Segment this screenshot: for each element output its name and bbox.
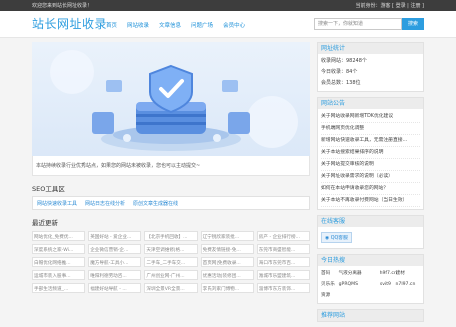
- nav-member[interactable]: 会员中心: [223, 21, 245, 29]
- recent-site-link[interactable]: 房产 - 企业排行榜...: [256, 231, 310, 241]
- recent-site-link[interactable]: 天津空调维修|格...: [144, 244, 198, 254]
- banner-illustration: [50, 50, 298, 151]
- site-header: 站长网址收录 首页 网站收录 文章信息 问题广场 会员中心 搜索一下，你就知道 …: [0, 11, 456, 38]
- recent-site-link[interactable]: 海口市东莞市百...: [256, 257, 310, 267]
- recent-site-link[interactable]: 企业微信营销-企...: [88, 244, 142, 254]
- notice-item[interactable]: 关于网址收录需求的说明（必读）: [321, 171, 420, 183]
- recent-updates-title: 最近更新: [32, 219, 58, 227]
- hot-search-panel: 今日热搜 首码 气液分离器 h9f7.cn 建材 贝乐乐 gPRQMS svit…: [317, 254, 424, 304]
- notice-item[interactable]: 如何在本站申请收录您的网站？: [321, 183, 420, 195]
- recent-site-link[interactable]: 二手车_二手车交...: [144, 257, 198, 267]
- hot-search-term[interactable]: 资源: [321, 290, 339, 301]
- hot-search-term[interactable]: 建材: [396, 268, 420, 279]
- sidebar: 网址统计 收录网站：98248个 今日收录：84个 会员总数：138位 网站公告…: [317, 42, 424, 327]
- recent-site-link[interactable]: 魔方导航-工具小...: [88, 257, 142, 267]
- seo-tools-list: 网站快速收录工具 网站日志在线分析 原创文章生成器在线: [32, 196, 310, 210]
- seo-tools-title: SEO工具区: [32, 185, 65, 193]
- recent-site-link[interactable]: 辽宁锐欣家装批...: [200, 231, 254, 241]
- main-nav: 首页 网站收录 文章信息 问题广场 会员中心: [106, 21, 245, 29]
- seo-tool-link[interactable]: 网站日志在线分析: [85, 200, 125, 207]
- welcome-text: 欢迎您来到站长网址收录！: [32, 3, 93, 9]
- top-bar: 欢迎您来到站长网址收录！ 当前身份：游客 [ 登录 | 注册 ]: [0, 0, 456, 11]
- qq-support-button[interactable]: ◉ QQ客服: [321, 232, 352, 243]
- recent-site-link[interactable]: 网站优化_免费优...: [32, 231, 86, 241]
- recent-site-link[interactable]: 首页网|免费收录...: [200, 257, 254, 267]
- support-title: 在线客服: [318, 216, 423, 227]
- nav-questions[interactable]: 问题广场: [191, 21, 213, 29]
- notice-item[interactable]: 关于本站不再收录付费网站（当日生效）: [321, 195, 420, 207]
- hot-search-term[interactable]: h9f7.cn: [380, 268, 397, 279]
- recent-site-link[interactable]: 深圳全景VR全景...: [144, 283, 198, 293]
- stat-members: 会员总数：138位: [321, 80, 361, 86]
- nav-home[interactable]: 首页: [106, 21, 117, 29]
- recent-site-link[interactable]: 英国好站 - 爱企业...: [88, 231, 142, 241]
- main-column: 本站持续收录行业优秀站点，如果您的网站未被收录，您也可以主动提交~ SEO工具区…: [32, 42, 310, 293]
- hot-search-row: 首码 气液分离器 h9f7.cn 建材: [321, 268, 420, 279]
- user-links[interactable]: 当前身份：游客 [ 登录 | 注册 ]: [355, 2, 424, 9]
- recent-site-link[interactable]: 李氏刘家门博物...: [200, 283, 254, 293]
- recent-site-link[interactable]: 免费友情链接-免...: [200, 244, 254, 254]
- seo-tool-link[interactable]: 网站快速收录工具: [37, 200, 77, 207]
- recent-site-link[interactable]: 白帽优化网络推...: [32, 257, 86, 267]
- recent-site-link[interactable]: 唯阳利德劳动咨...: [88, 270, 142, 280]
- site-logo[interactable]: 站长网址收录: [32, 15, 107, 32]
- recent-site-link[interactable]: 潍城市乐盟建筑...: [256, 270, 310, 280]
- notice-item[interactable]: 关于网站收录网新增TDK优化建议: [321, 111, 420, 123]
- stat-sites: 收录网站：98248个: [321, 58, 367, 64]
- notice-item[interactable]: 手机端网页优化调整: [321, 123, 420, 135]
- search-input[interactable]: 搜索一下，你就知道: [314, 18, 402, 30]
- notice-title: 网站公告: [318, 98, 423, 109]
- seo-tool-link[interactable]: 原创文章生成器在线: [133, 200, 178, 207]
- stats-panel: 网址统计 收录网站：98248个 今日收录：84个 会员总数：138位: [317, 42, 424, 92]
- hot-search-term[interactable]: 气液分离器: [339, 268, 380, 279]
- hot-search-row: 贝乐乐 gPRQMS svit9 n7l97.cn: [321, 279, 420, 290]
- recent-site-link[interactable]: 淄博市东方装饰...: [256, 283, 310, 293]
- recent-site-link[interactable]: 优惠活动|装修团...: [200, 270, 254, 280]
- support-panel: 在线客服 ◉ QQ客服: [317, 215, 424, 249]
- recent-site-link[interactable]: 深度系统之家-Wi...: [32, 244, 86, 254]
- recommend-panel: 推荐网站: [317, 309, 424, 322]
- hot-search-term[interactable]: 首码: [321, 268, 339, 279]
- stats-title: 网址统计: [318, 43, 423, 54]
- stat-today: 今日收录：84个: [321, 69, 358, 75]
- hot-search-row: 资源: [321, 290, 420, 301]
- recommend-title: 推荐网站: [318, 310, 423, 321]
- hot-search-term[interactable]: svit9: [380, 279, 396, 290]
- qq-label: QQ客服: [330, 236, 348, 241]
- hot-search-term[interactable]: gPRQMS: [339, 279, 380, 290]
- hot-search-term[interactable]: n7l97.cn: [396, 279, 421, 290]
- nav-articles[interactable]: 文章信息: [159, 21, 181, 29]
- notice-item[interactable]: 新增网站快速收录工具，无需注册直接...: [321, 135, 420, 147]
- notice-panel: 网站公告 关于网站收录网新增TDK优化建议 手机端网页优化调整 新增网站快速收录…: [317, 97, 424, 210]
- recent-site-link[interactable]: 手部生活频道_...: [32, 283, 86, 293]
- recent-site-link[interactable]: 福建好站导航 - ...: [88, 283, 142, 293]
- recent-site-link[interactable]: 广州创业网-广州...: [144, 270, 198, 280]
- recent-site-link[interactable]: 【北京手机回收】...: [144, 231, 198, 241]
- notice-item[interactable]: 关于本站搜索结果排序的说明: [321, 147, 420, 159]
- recent-site-link[interactable]: 东莞市商盛智能...: [256, 244, 310, 254]
- recent-updates-grid: 网站优化_免费优... 英国好站 - 爱企业... 【北京手机回收】... 辽宁…: [32, 231, 310, 293]
- banner-caption: 本站持续收录行业优秀站点，如果您的网站未被收录，您也可以主动提交~: [32, 156, 310, 176]
- nav-site-collect[interactable]: 网站收录: [127, 21, 149, 29]
- notice-item[interactable]: 关于网站提交审核的说明: [321, 159, 420, 171]
- hot-search-term[interactable]: 贝乐乐: [321, 279, 339, 290]
- recent-site-link[interactable]: 运城市装入股事...: [32, 270, 86, 280]
- hot-search-title: 今日热搜: [318, 255, 423, 266]
- search-button[interactable]: 搜索: [402, 18, 424, 30]
- hero-banner[interactable]: [32, 42, 310, 156]
